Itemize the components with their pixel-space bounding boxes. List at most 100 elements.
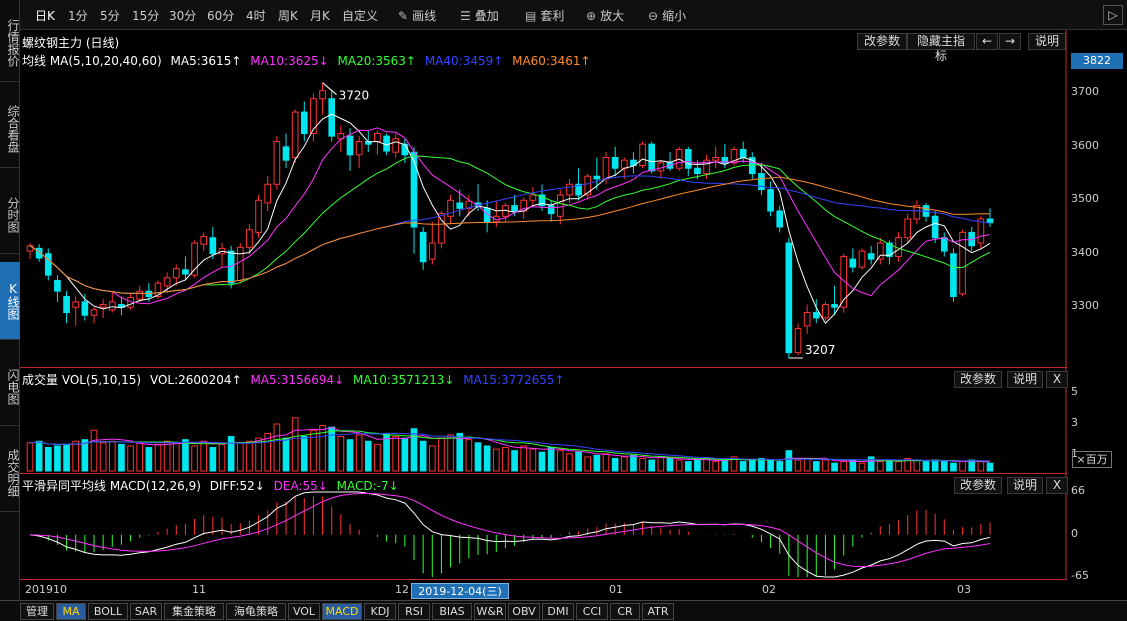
volume-bar (529, 448, 537, 472)
volume-label: 成交量 VOL(5,10,15) (22, 373, 142, 387)
volume-bar (584, 456, 592, 472)
indicator-tab-15[interactable]: CR (610, 603, 640, 620)
indicator-tab-4[interactable]: 集金策略 (164, 603, 224, 620)
macd-legend: 平滑异同平均线 MACD(12,26,9) DIFF:52↓ DEA:55↓ M… (22, 477, 404, 493)
volume-bar (90, 429, 98, 472)
vol-ma15-value: MA15:3772655↑ (463, 373, 565, 387)
candle-body (876, 242, 884, 260)
candle-body (191, 242, 198, 276)
close-button[interactable]: X (1046, 477, 1068, 494)
volume-bar (986, 462, 994, 472)
volume-bar (35, 440, 43, 472)
candle-body (108, 301, 116, 311)
volume-bar (273, 423, 281, 472)
candle-body (447, 199, 454, 217)
date-tick: 02 (762, 583, 776, 596)
volume-bar (191, 445, 198, 472)
volume-bar (364, 440, 372, 472)
volume-bar (300, 436, 308, 472)
candle-body (54, 279, 61, 292)
indicator-tab-14[interactable]: CCI (576, 603, 608, 620)
edit-params-button[interactable]: 改参数 (954, 477, 1002, 494)
indicator-tab-10[interactable]: BIAS (432, 603, 472, 620)
volume-bar (236, 442, 244, 472)
candle-body (273, 140, 281, 185)
indicator-tab-12[interactable]: OBV (508, 603, 540, 620)
candle-body (236, 246, 244, 281)
volume-bar (218, 443, 226, 472)
candle-body (611, 157, 619, 169)
volume-bar (136, 442, 144, 472)
volume-bar (465, 439, 473, 472)
candle-body (63, 296, 70, 314)
volume-bar (291, 417, 299, 472)
candle-body (81, 301, 89, 316)
date-tick: 201910 (25, 583, 67, 596)
candle-body (163, 277, 171, 287)
macd-diff-line (29, 491, 991, 578)
volume-bar (328, 426, 336, 472)
price-tick: 3700 (1071, 85, 1099, 99)
indicator-tab-2[interactable]: BOLL (88, 603, 128, 620)
volume-bar (831, 462, 838, 472)
indicator-tab-7[interactable]: MACD (322, 603, 362, 620)
candle-body (200, 236, 208, 245)
indicator-tab-0[interactable]: 管理 (20, 603, 54, 620)
volume-bar (410, 428, 418, 472)
indicator-tab-13[interactable]: DMI (542, 603, 574, 620)
candle-body (785, 242, 793, 354)
candle-body (310, 98, 317, 134)
macd-tick: -65 (1071, 569, 1089, 582)
indicator-tab-1[interactable]: MA (56, 603, 86, 620)
vol-value: VOL:2600204↑ (149, 373, 242, 387)
edit-params-button[interactable]: 改参数 (954, 371, 1002, 388)
candle-body (255, 199, 262, 233)
volume-bar (950, 462, 957, 472)
volume-bar (913, 459, 921, 472)
candle-body (456, 202, 464, 209)
indicator-tab-6[interactable]: VOL (288, 603, 320, 620)
candle-body (438, 213, 445, 244)
indicator-tab-9[interactable]: RSI (398, 603, 430, 620)
panel-divider (20, 579, 1067, 580)
candle-body (556, 194, 564, 217)
indicator-tab-16[interactable]: ATR (642, 603, 674, 620)
candle-body (858, 250, 866, 268)
volume-legend: 成交量 VOL(5,10,15) VOL:2600204↑ MA5:315669… (22, 371, 570, 387)
indicator-tab-5[interactable]: 海龟策略 (226, 603, 286, 620)
volume-bar (803, 457, 811, 472)
volume-bar (118, 443, 125, 472)
volume-bar (684, 461, 692, 472)
candle-body (639, 143, 646, 167)
volume-bar (44, 447, 52, 472)
low-price-label: 3207 (805, 343, 836, 357)
price-tick: 3600 (1071, 138, 1099, 152)
candle-body (776, 210, 784, 228)
help-button[interactable]: 说明 (1007, 371, 1043, 388)
candle-body (977, 218, 985, 244)
indicator-tab-11[interactable]: W&R (474, 603, 506, 620)
volume-bar (657, 456, 665, 472)
candle-body (511, 205, 518, 212)
candle-body (794, 328, 802, 354)
help-button[interactable]: 说明 (1007, 477, 1043, 494)
macd-diff: DIFF:52↓ (209, 479, 265, 493)
volume-bar (54, 445, 61, 472)
volume-bar (630, 454, 637, 472)
candle-body (566, 183, 573, 196)
volume-bar (593, 454, 601, 472)
volume-bar (355, 434, 363, 472)
close-button[interactable]: X (1046, 371, 1068, 388)
indicator-tab-3[interactable]: SAR (130, 603, 162, 620)
volume-bar (492, 448, 500, 472)
volume-bar (721, 459, 729, 472)
candlestick-chart[interactable]: 3720 3207 (0, 0, 1127, 600)
indicator-tab-8[interactable]: KDJ (364, 603, 396, 620)
candle-body (694, 167, 701, 175)
volume-bar (547, 447, 555, 472)
volume-bar (127, 445, 134, 472)
volume-bar (447, 434, 454, 472)
volume-bar (602, 453, 610, 472)
volume-bar (145, 447, 153, 472)
volume-bar (785, 450, 793, 472)
